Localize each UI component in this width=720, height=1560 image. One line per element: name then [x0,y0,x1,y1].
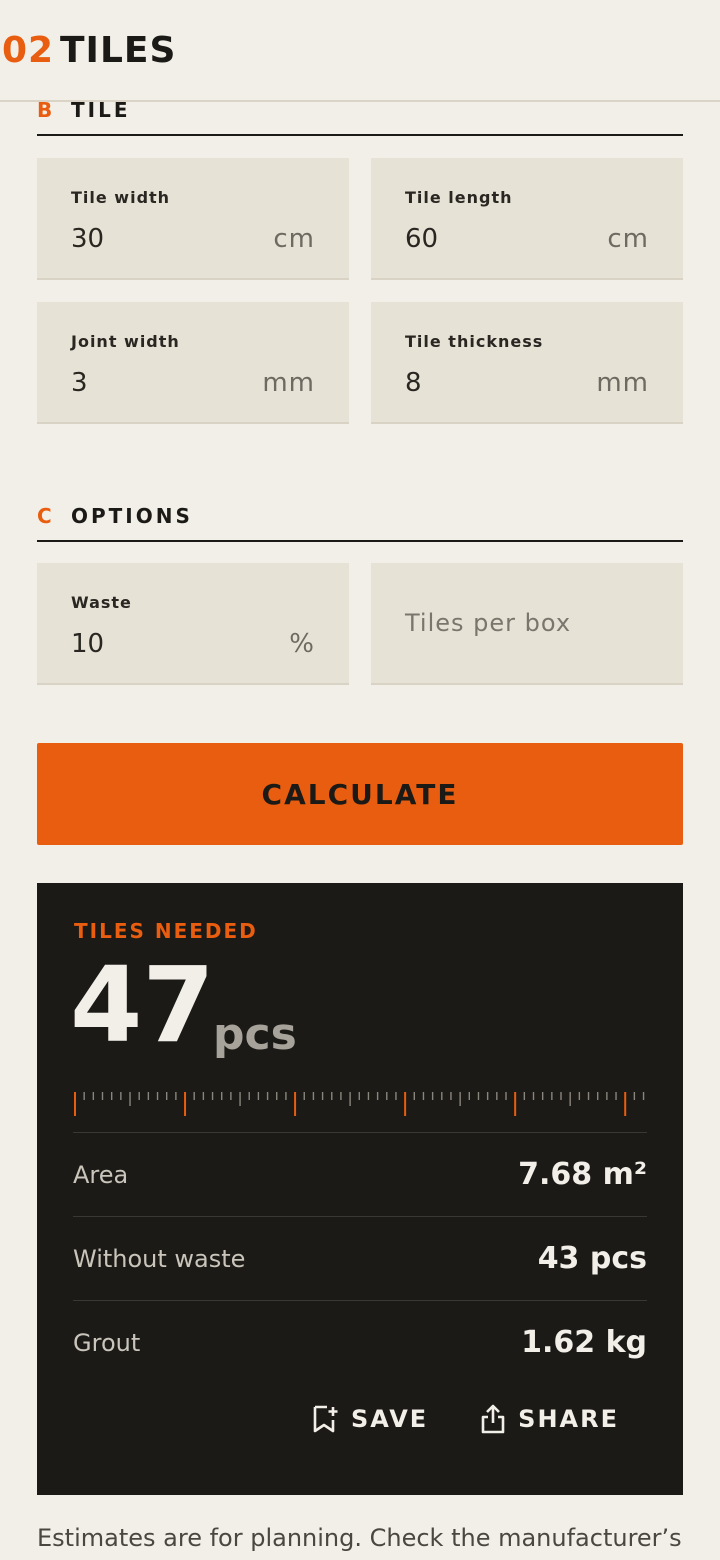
field-label: Tile thickness [405,332,544,351]
result-unit: pcs [213,1009,297,1060]
result-row-without-waste: Without waste 43 pcs [73,1216,647,1301]
save-label: SAVE [350,1405,429,1433]
share-icon [481,1404,505,1434]
row-label: Grout [73,1329,141,1357]
field-value[interactable]: 3 [71,368,88,398]
field-value[interactable]: 10 [71,629,104,659]
section-number: 02 [2,30,55,71]
tile-width-field[interactable]: Tile width 30 cm [37,158,349,278]
field-placeholder[interactable]: Tiles per box [405,609,571,637]
field-value[interactable]: 60 [405,224,438,254]
field-label: Joint width [71,332,180,351]
share-label: SHARE [518,1405,619,1433]
result-panel: TILES NEEDED 47 pcs Area 7.68 m² Without… [37,883,683,1495]
row-value: 1.62 kg [521,1325,647,1360]
field-unit: cm [273,224,315,254]
row-label: Without waste [73,1245,246,1273]
result-value: 47 [70,944,215,1066]
calculate-button[interactable]: CALCULATE [37,743,683,845]
section-letter: C [37,504,52,528]
share-button[interactable]: SHARE [480,1403,619,1435]
result-actions: SAVE SHARE [311,1403,619,1435]
tile-length-field[interactable]: Tile length 60 cm [371,158,683,278]
tile-thickness-field[interactable]: Tile thickness 8 mm [371,302,683,422]
field-unit: mm [262,368,315,398]
joint-width-field[interactable]: Joint width 3 mm [37,302,349,422]
field-value[interactable]: 30 [71,224,104,254]
field-unit: mm [596,368,649,398]
save-button[interactable]: SAVE [311,1403,428,1435]
result-label: TILES NEEDED [74,919,258,943]
field-unit: cm [607,224,649,254]
footer-note: Estimates are for planning. Check the ma… [37,1524,682,1552]
field-label: Tile length [405,188,513,207]
row-value: 43 pcs [537,1241,647,1276]
field-label: Waste [71,593,132,612]
result-row-area: Area 7.68 m² [73,1132,647,1217]
row-value: 7.68 m² [518,1157,647,1192]
page-title: TILES [60,30,177,71]
result-row-grout: Grout 1.62 kg [73,1300,647,1385]
tiles-per-box-field[interactable]: Tiles per box [371,563,683,683]
section-label: OPTIONS [71,504,193,528]
bookmark-add-icon [313,1405,338,1433]
app-header: 02 TILES [0,0,720,102]
field-value[interactable]: 8 [405,368,422,398]
row-label: Area [73,1161,129,1189]
section-heading-options: C OPTIONS [37,504,683,542]
field-label: Tile width [71,188,171,207]
ruler-decoration [74,1092,645,1116]
waste-field[interactable]: Waste 10 % [37,563,349,683]
section-heading-tile: B TILE [37,98,683,136]
field-unit: % [289,629,315,659]
